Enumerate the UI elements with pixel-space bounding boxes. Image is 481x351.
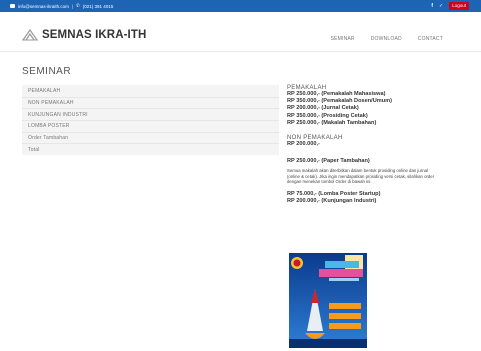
brand-name: SEMNAS IKRA-ITH: [42, 29, 147, 41]
logout-button[interactable]: Logout: [449, 2, 469, 10]
seminar-options-table: PEMAKALAH NON PEMAKALAH KUNJUNGAN INDUST…: [22, 85, 279, 156]
option-non-pemakalah[interactable]: NON PEMAKALAH: [22, 96, 279, 109]
event-poster: [289, 253, 367, 348]
option-kunjungan-industri[interactable]: KUNJUNGAN INDUSTRI: [22, 108, 279, 121]
contact-separator: |: [71, 3, 74, 9]
option-lomba-poster[interactable]: LOMBA POSTER: [22, 120, 279, 132]
contact-phone: (021) 391 4015: [82, 3, 114, 9]
price-line: RP 75.000,- (Lomba Poster Startup): [287, 190, 381, 197]
price-line: RP 350.000,- (Pemakalah Dosen/Umum): [287, 98, 392, 105]
page-title: SEMINAR: [22, 66, 72, 77]
brand[interactable]: SEMNAS IKRA-ITH: [22, 29, 146, 41]
price-line: RP 350.000,- (Prosiding Cetak): [287, 112, 368, 119]
price-info: PEMAKALAH RP 250.000,- (Pemakalah Mahasi…: [287, 85, 457, 205]
facebook-icon[interactable]: f: [431, 3, 433, 9]
twitter-icon[interactable]: ✓: [439, 3, 443, 9]
phone-icon: ✆: [76, 3, 80, 8]
logo-icon: [22, 29, 38, 41]
option-pemakalah[interactable]: PEMAKALAH: [22, 85, 279, 97]
site-header: SEMNAS IKRA-ITH SEMINAR DOWNLOAD CONTACT: [0, 12, 481, 52]
price-line: RP 250.000,- (Pemakalah Mahasiswa): [287, 91, 386, 97]
option-order-tambahan[interactable]: Order Tambahan: [22, 131, 279, 144]
price-line: RP 200.000,- (Kunjungan Industri): [287, 197, 377, 204]
top-bar-right: f ✓ Logout: [431, 0, 469, 12]
mail-icon: [10, 4, 15, 8]
price-line: RP 250.000,- (Makalah Tambahan): [287, 119, 377, 126]
nav-contact[interactable]: CONTACT: [418, 36, 443, 42]
nav-download[interactable]: DOWNLOAD: [371, 36, 402, 42]
price-line: RP 200.000,-: [287, 141, 320, 148]
option-total: Total: [22, 143, 279, 156]
contact-email[interactable]: info@semnas-ikraith.com: [18, 4, 69, 9]
top-bar: info@semnas-ikraith.com | ✆ (021) 391 40…: [0, 0, 481, 12]
poster-image: [289, 253, 367, 348]
nav-seminar[interactable]: SEMINAR: [331, 36, 355, 42]
main-nav: SEMINAR DOWNLOAD CONTACT: [331, 36, 443, 42]
price-line: RP 200.000,- (Jurnal Cetak): [287, 105, 359, 112]
contact-info: info@semnas-ikraith.com | ✆ (021) 391 40…: [10, 0, 113, 12]
prosiding-note: Semua makalah akan diterbitkan dalam ben…: [287, 168, 435, 185]
header-divider: [0, 51, 481, 52]
price-line: RP 250.000,- (Paper Tambahan): [287, 158, 370, 165]
